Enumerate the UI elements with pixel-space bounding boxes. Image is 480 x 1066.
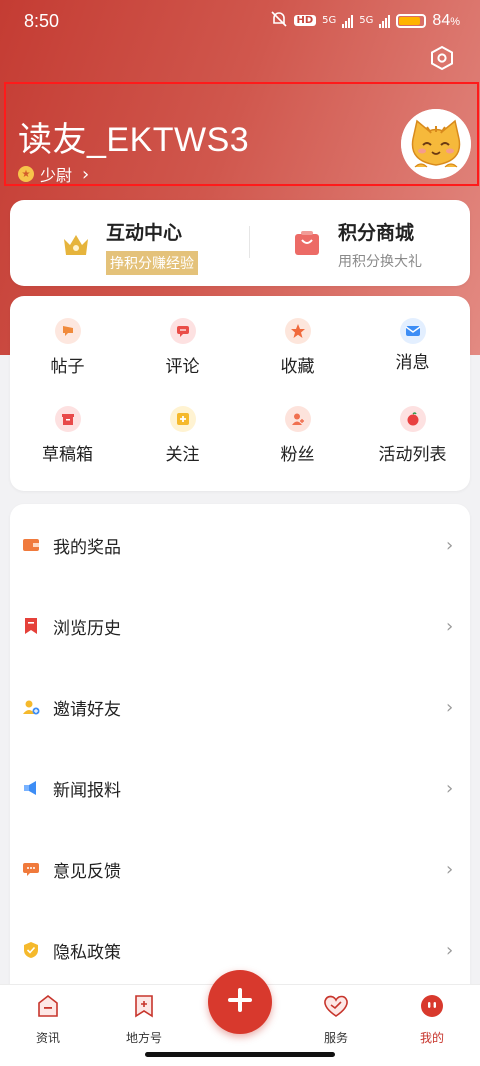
- list-item-label: 意见反馈: [53, 861, 121, 882]
- signal-icon: [342, 14, 354, 28]
- home-indicator[interactable]: [145, 1052, 335, 1057]
- rank-star-icon: ★: [18, 166, 34, 182]
- list-item-news-tips[interactable]: 新闻报料 ›: [10, 768, 470, 808]
- grid-item-label: 收藏: [280, 357, 315, 377]
- chevron-right-icon: ›: [446, 939, 454, 961]
- grid-item-label: 评论: [165, 357, 200, 377]
- grid-item-label: 消息: [395, 353, 430, 373]
- list-item-label: 我的奖品: [53, 537, 121, 558]
- rank-label: 少尉: [40, 166, 73, 185]
- nav-label: 资讯: [35, 1031, 60, 1045]
- local-account-icon: [131, 993, 157, 1023]
- chevron-right-icon: ›: [82, 163, 90, 185]
- hexagon-settings-icon: [429, 45, 455, 75]
- nav-tab-services[interactable]: 服务: [304, 993, 368, 1046]
- nav-tab-news[interactable]: 资讯: [16, 993, 80, 1046]
- list-item-label: 邀请好友: [53, 699, 121, 720]
- favorite-icon: [284, 318, 311, 344]
- shield-icon: [22, 941, 40, 959]
- settings-button[interactable]: [426, 44, 458, 76]
- status-icons: HD 5G 5G 84%: [270, 10, 460, 31]
- post-icon: [54, 318, 81, 344]
- shopping-bag-icon: [292, 228, 322, 262]
- create-post-button[interactable]: [208, 970, 272, 1034]
- nav-label: 地方号: [125, 1031, 162, 1045]
- grid-item-posts[interactable]: 帖子: [10, 318, 125, 377]
- profile-section[interactable]: 读友_EKTWS3 ★ 少尉 ›: [4, 82, 479, 186]
- message-icon: [399, 318, 426, 344]
- nav-label: 我的: [419, 1031, 444, 1045]
- profile-icon: [419, 993, 445, 1023]
- list-item-invite-friends[interactable]: 邀请好友 ›: [10, 687, 470, 727]
- chevron-right-icon: ›: [446, 858, 454, 880]
- nav-label: 服务: [323, 1031, 348, 1045]
- grid-item-favorites[interactable]: 收藏: [240, 318, 355, 377]
- network-label-1: 5G: [322, 15, 337, 26]
- menu-list-card: 我的奖品 › 浏览历史 › 邀请好友 › 新闻报料 › 意见反馈 › 隐私政策 …: [10, 504, 470, 1004]
- earn-points-badge: 挣积分赚经验: [106, 251, 198, 275]
- status-bar: 8:50 HD 5G 5G 84%: [0, 0, 480, 44]
- chevron-right-icon: ›: [446, 696, 454, 718]
- chevron-right-icon: ›: [446, 777, 454, 799]
- grid-item-activity-list[interactable]: 活动列表: [355, 406, 470, 465]
- fans-icon: [284, 406, 311, 432]
- follow-icon: [169, 406, 196, 432]
- interaction-center-title: 互动中心: [106, 222, 183, 244]
- network-label-2: 5G: [359, 15, 374, 26]
- grid-item-fans[interactable]: 粉丝: [240, 406, 355, 465]
- grid-item-messages[interactable]: 消息: [355, 318, 470, 373]
- plus-icon: [226, 986, 254, 1018]
- list-item-label: 隐私政策: [53, 942, 121, 963]
- chevron-right-icon: ›: [446, 615, 454, 637]
- bookmark-icon: [22, 617, 40, 635]
- battery-icon: [396, 13, 427, 28]
- grid-item-label: 粉丝: [280, 445, 315, 465]
- points-mall-entry[interactable]: 积分商城 用积分换大礼: [292, 218, 422, 271]
- comment-icon: [169, 318, 196, 344]
- avatar[interactable]: [401, 109, 471, 179]
- activity-list-icon: [399, 406, 426, 432]
- battery-percent-suffix: %: [450, 15, 460, 28]
- nav-tab-me[interactable]: 我的: [400, 993, 464, 1046]
- points-mall-subtitle: 用积分换大礼: [338, 254, 422, 270]
- list-item-feedback[interactable]: 意见反馈 ›: [10, 849, 470, 889]
- megaphone-icon: [22, 779, 40, 797]
- grid-item-label: 帖子: [50, 357, 85, 377]
- hd-badge: HD: [293, 15, 317, 26]
- wallet-icon: [22, 536, 40, 554]
- list-item-browse-history[interactable]: 浏览历史 ›: [10, 606, 470, 646]
- crown-icon: [60, 229, 92, 265]
- invite-user-icon: [22, 698, 40, 716]
- nav-tab-local-accounts[interactable]: 地方号: [112, 993, 176, 1046]
- grid-item-label: 活动列表: [378, 445, 447, 465]
- news-icon: [35, 993, 61, 1023]
- rank-link[interactable]: ★ 少尉 ›: [18, 162, 89, 186]
- mute-bell-icon: [270, 10, 288, 31]
- grid-item-follow[interactable]: 关注: [125, 406, 240, 465]
- username: 读友_EKTWS3: [18, 121, 250, 159]
- grid-item-label: 关注: [165, 445, 200, 465]
- signal-icon-2: [379, 14, 391, 28]
- battery-percent: 84: [432, 11, 451, 29]
- grid-item-comments[interactable]: 评论: [125, 318, 240, 377]
- interaction-center-entry[interactable]: 互动中心 挣积分赚经验: [60, 218, 198, 275]
- list-item-label: 浏览历史: [53, 618, 121, 639]
- drafts-icon: [54, 406, 81, 432]
- divider: [249, 226, 250, 258]
- points-mall-title: 积分商城: [338, 222, 415, 244]
- status-time: 8:50: [24, 11, 60, 31]
- quick-entry-card: 互动中心 挣积分赚经验 积分商城 用积分换大礼: [10, 200, 470, 286]
- feedback-icon: [22, 860, 40, 878]
- list-item-my-prizes[interactable]: 我的奖品 ›: [10, 525, 470, 565]
- list-item-label: 新闻报料: [53, 780, 121, 801]
- service-icon: [322, 993, 350, 1023]
- grid-item-drafts[interactable]: 草稿箱: [10, 406, 125, 465]
- list-item-privacy-policy[interactable]: 隐私政策 ›: [10, 930, 470, 970]
- grid-item-label: 草稿箱: [42, 445, 93, 465]
- activity-grid-card: 帖子 评论 收藏 消息 草稿箱 关注 粉丝 活动列表: [10, 296, 470, 491]
- chevron-right-icon: ›: [446, 534, 454, 556]
